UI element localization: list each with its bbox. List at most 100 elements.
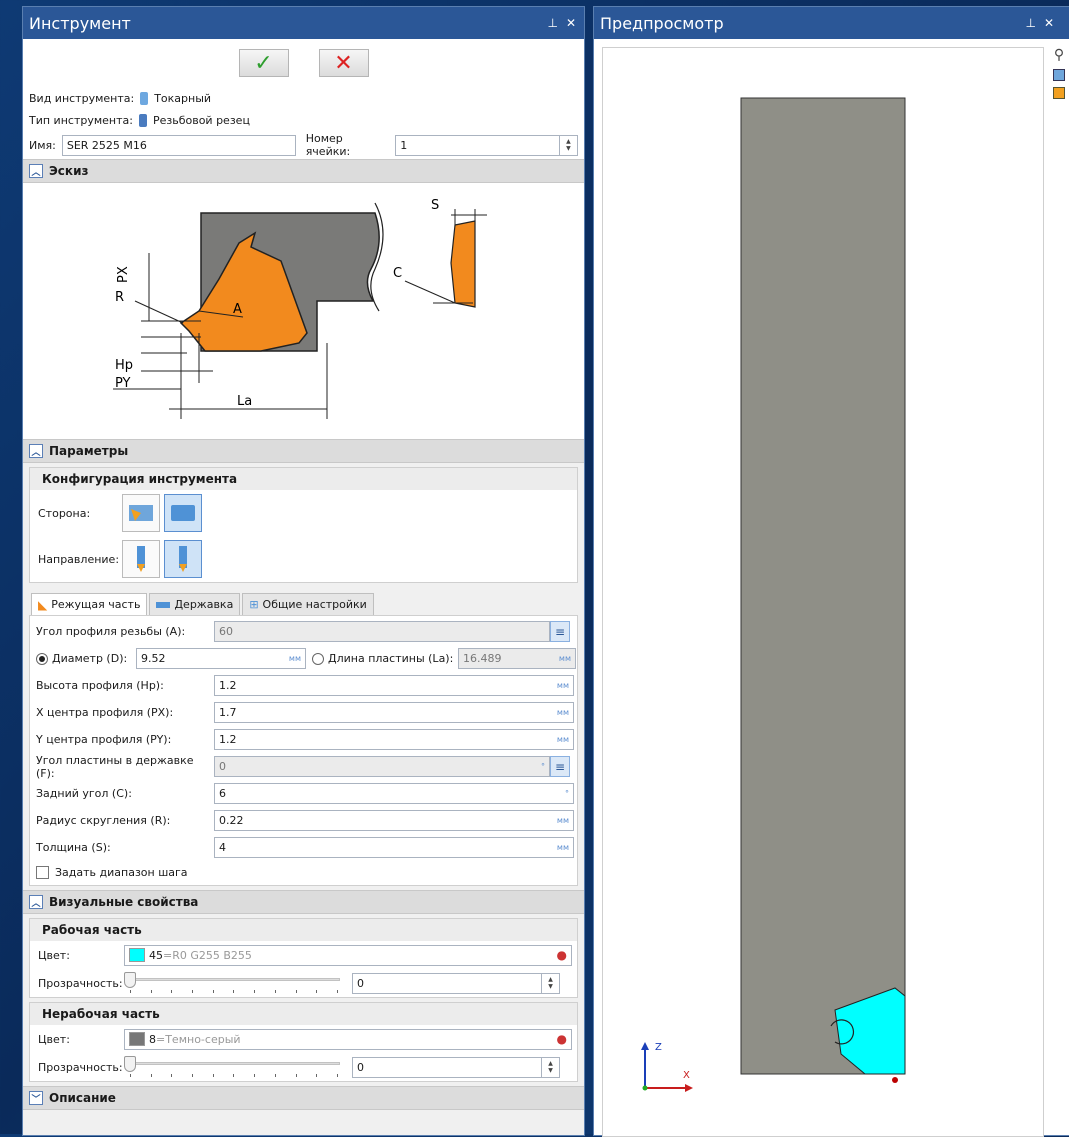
cell-number-input[interactable]: 1 ▲ ▼ [395,134,578,156]
visual-section-header[interactable]: ︿ Визуальные свойства [23,890,584,914]
diameter-value: 9.52 [141,652,166,665]
transparency-spinner[interactable]: ▲ ▼ [541,972,559,994]
nonworking-transparency-slider[interactable] [124,1056,344,1078]
cutting-part-icon: ◣ [38,597,48,612]
tab-holder[interactable]: Державка [149,593,241,615]
profile-y-input[interactable]: 1.2 мм [214,729,574,750]
direction-left-button[interactable] [122,540,160,578]
sketch-section-header[interactable]: ︿ Эскиз [23,159,584,183]
side-option-right-button[interactable] [164,494,202,532]
close-icon[interactable]: ✕ [1044,16,1054,30]
cell-spinner[interactable]: ▲ ▼ [558,134,577,156]
slider-thumb[interactable] [124,1056,136,1072]
tool-type-label: Тип инструмента: [29,113,133,127]
color-swatch [129,948,145,962]
color-label: Цвет: [38,1032,70,1046]
working-color-row: Цвет: 45 =R0 G255 B255 ● [30,941,577,969]
description-section-title: Описание [49,1091,116,1105]
collapse-icon[interactable]: ︿ [29,164,43,178]
params-section-title: Параметры [49,444,129,458]
radius-input[interactable]: 0.22 мм [214,810,574,831]
zoom-icon[interactable]: ⚲ [1054,47,1064,63]
nonworking-transparency-input[interactable]: 0 ▲ ▼ [352,1056,560,1078]
plate-length-input[interactable]: 16.489 мм [458,648,576,669]
name-input-value: SER 2525 M16 [66,138,147,152]
list-icon[interactable]: ≡ [550,756,570,777]
tab-general-settings[interactable]: ⊞ Общие настройки [242,593,374,615]
nonworking-transparency-row: Прозрачность: 0 ▲ ▼ [30,1053,577,1081]
dim-hp-label: Hp [115,358,133,373]
ok-button[interactable]: ✓ [238,49,289,77]
param-row: X центра профиля (PX): 1.7 мм [30,699,577,726]
preview-viewport[interactable]: Z X [602,47,1044,1137]
tool-sketch-drawing: S C PX R A Hp PY La [113,198,487,419]
step-range-label: Задать диапазон шага [55,865,188,879]
side-option-left-button[interactable] [122,494,160,532]
slider-thumb[interactable] [124,972,136,988]
close-icon[interactable]: ✕ [566,16,576,30]
holder-preview [740,97,906,1075]
expand-icon[interactable]: ﹀ [29,1091,43,1105]
description-section-header[interactable]: ﹀ Описание [23,1086,584,1110]
unit-label: мм [556,843,569,852]
color-index: 45 [149,948,163,962]
axis-triad: Z X [641,1042,693,1092]
direction-row: Направление: [30,536,577,582]
direction-left-icon [137,546,145,572]
diameter-radio[interactable] [36,652,48,665]
working-color-picker[interactable]: 45 =R0 G255 B255 ● [124,944,572,966]
tab-cutting-part[interactable]: ◣ Режущая часть [31,593,148,615]
tool-sketch: S C PX R A Hp PY La [23,183,584,439]
param-label: Радиус скругления (R): [36,814,171,827]
side-right-icon [171,505,195,521]
dim-la-label: La [237,394,252,409]
step-range-row: Задать диапазон шага [30,861,577,883]
thread-angle-input[interactable]: 60 [214,621,550,642]
params-section-header[interactable]: ︿ Параметры [23,439,584,463]
nonworking-color-picker[interactable]: 8 =Темно-серый ● [124,1028,572,1050]
name-input[interactable]: SER 2525 M16 [61,134,296,156]
tool-type-value: Резьбовой резец [152,113,250,127]
pin-icon[interactable]: ⊥ [1025,16,1035,30]
direction-right-button[interactable] [164,540,202,578]
plate-length-radio[interactable] [312,652,324,665]
unit-label: мм [558,654,571,663]
param-label: X центра профиля (PX): [36,706,174,719]
dim-px-label: PX [116,266,131,283]
color-label: Цвет: [38,948,70,962]
config-title: Конфигурация инструмента [30,468,577,490]
param-row: Высота профиля (Hp): 1.2 мм [30,672,577,699]
palette-icon[interactable]: ● [557,1032,567,1046]
profile-height-input[interactable]: 1.2 мм [214,675,574,696]
step-range-checkbox[interactable] [36,865,49,879]
name-label: Имя: [29,138,56,152]
param-label: Высота профиля (Hp): [36,679,164,692]
tab-label: Режущая часть [51,598,141,611]
nonworking-part-title: Нерабочая часть [30,1003,577,1025]
profile-x-input[interactable]: 1.7 мм [214,702,574,723]
param-label: Толщина (S): [36,841,111,854]
cancel-button[interactable]: ✕ [318,49,369,77]
diameter-label: Диаметр (D): [52,652,128,665]
palette-icon[interactable]: ● [557,948,567,962]
transparency-label: Прозрачность: [38,976,123,990]
pin-icon[interactable]: ⊥ [547,16,557,30]
side-left-icon [129,505,153,521]
list-icon[interactable]: ≡ [550,621,570,642]
diameter-input[interactable]: 9.52 мм [136,648,306,669]
working-transparency-input[interactable]: 0 ▲ ▼ [352,972,560,994]
settings-icon: ⊞ [249,598,259,611]
unit-label: ° [565,789,569,798]
thread-cutter-icon [138,113,147,127]
tool-panel: Инструмент ⊥ ✕ ✓ ✕ Вид инструмента: Тока… [22,6,585,1136]
box-view-icon[interactable] [1053,87,1065,99]
back-angle-input[interactable]: 6 ° [214,783,574,804]
transparency-spinner[interactable]: ▲ ▼ [541,1056,559,1078]
view-cube-icon[interactable] [1053,69,1065,81]
working-transparency-slider[interactable] [124,972,344,994]
collapse-icon[interactable]: ︿ [29,444,43,458]
thickness-input[interactable]: 4 мм [214,837,574,858]
collapse-icon[interactable]: ︿ [29,895,43,909]
plate-angle-input[interactable]: 0 ° [214,756,550,777]
thread-angle-value: 60 [219,625,233,638]
